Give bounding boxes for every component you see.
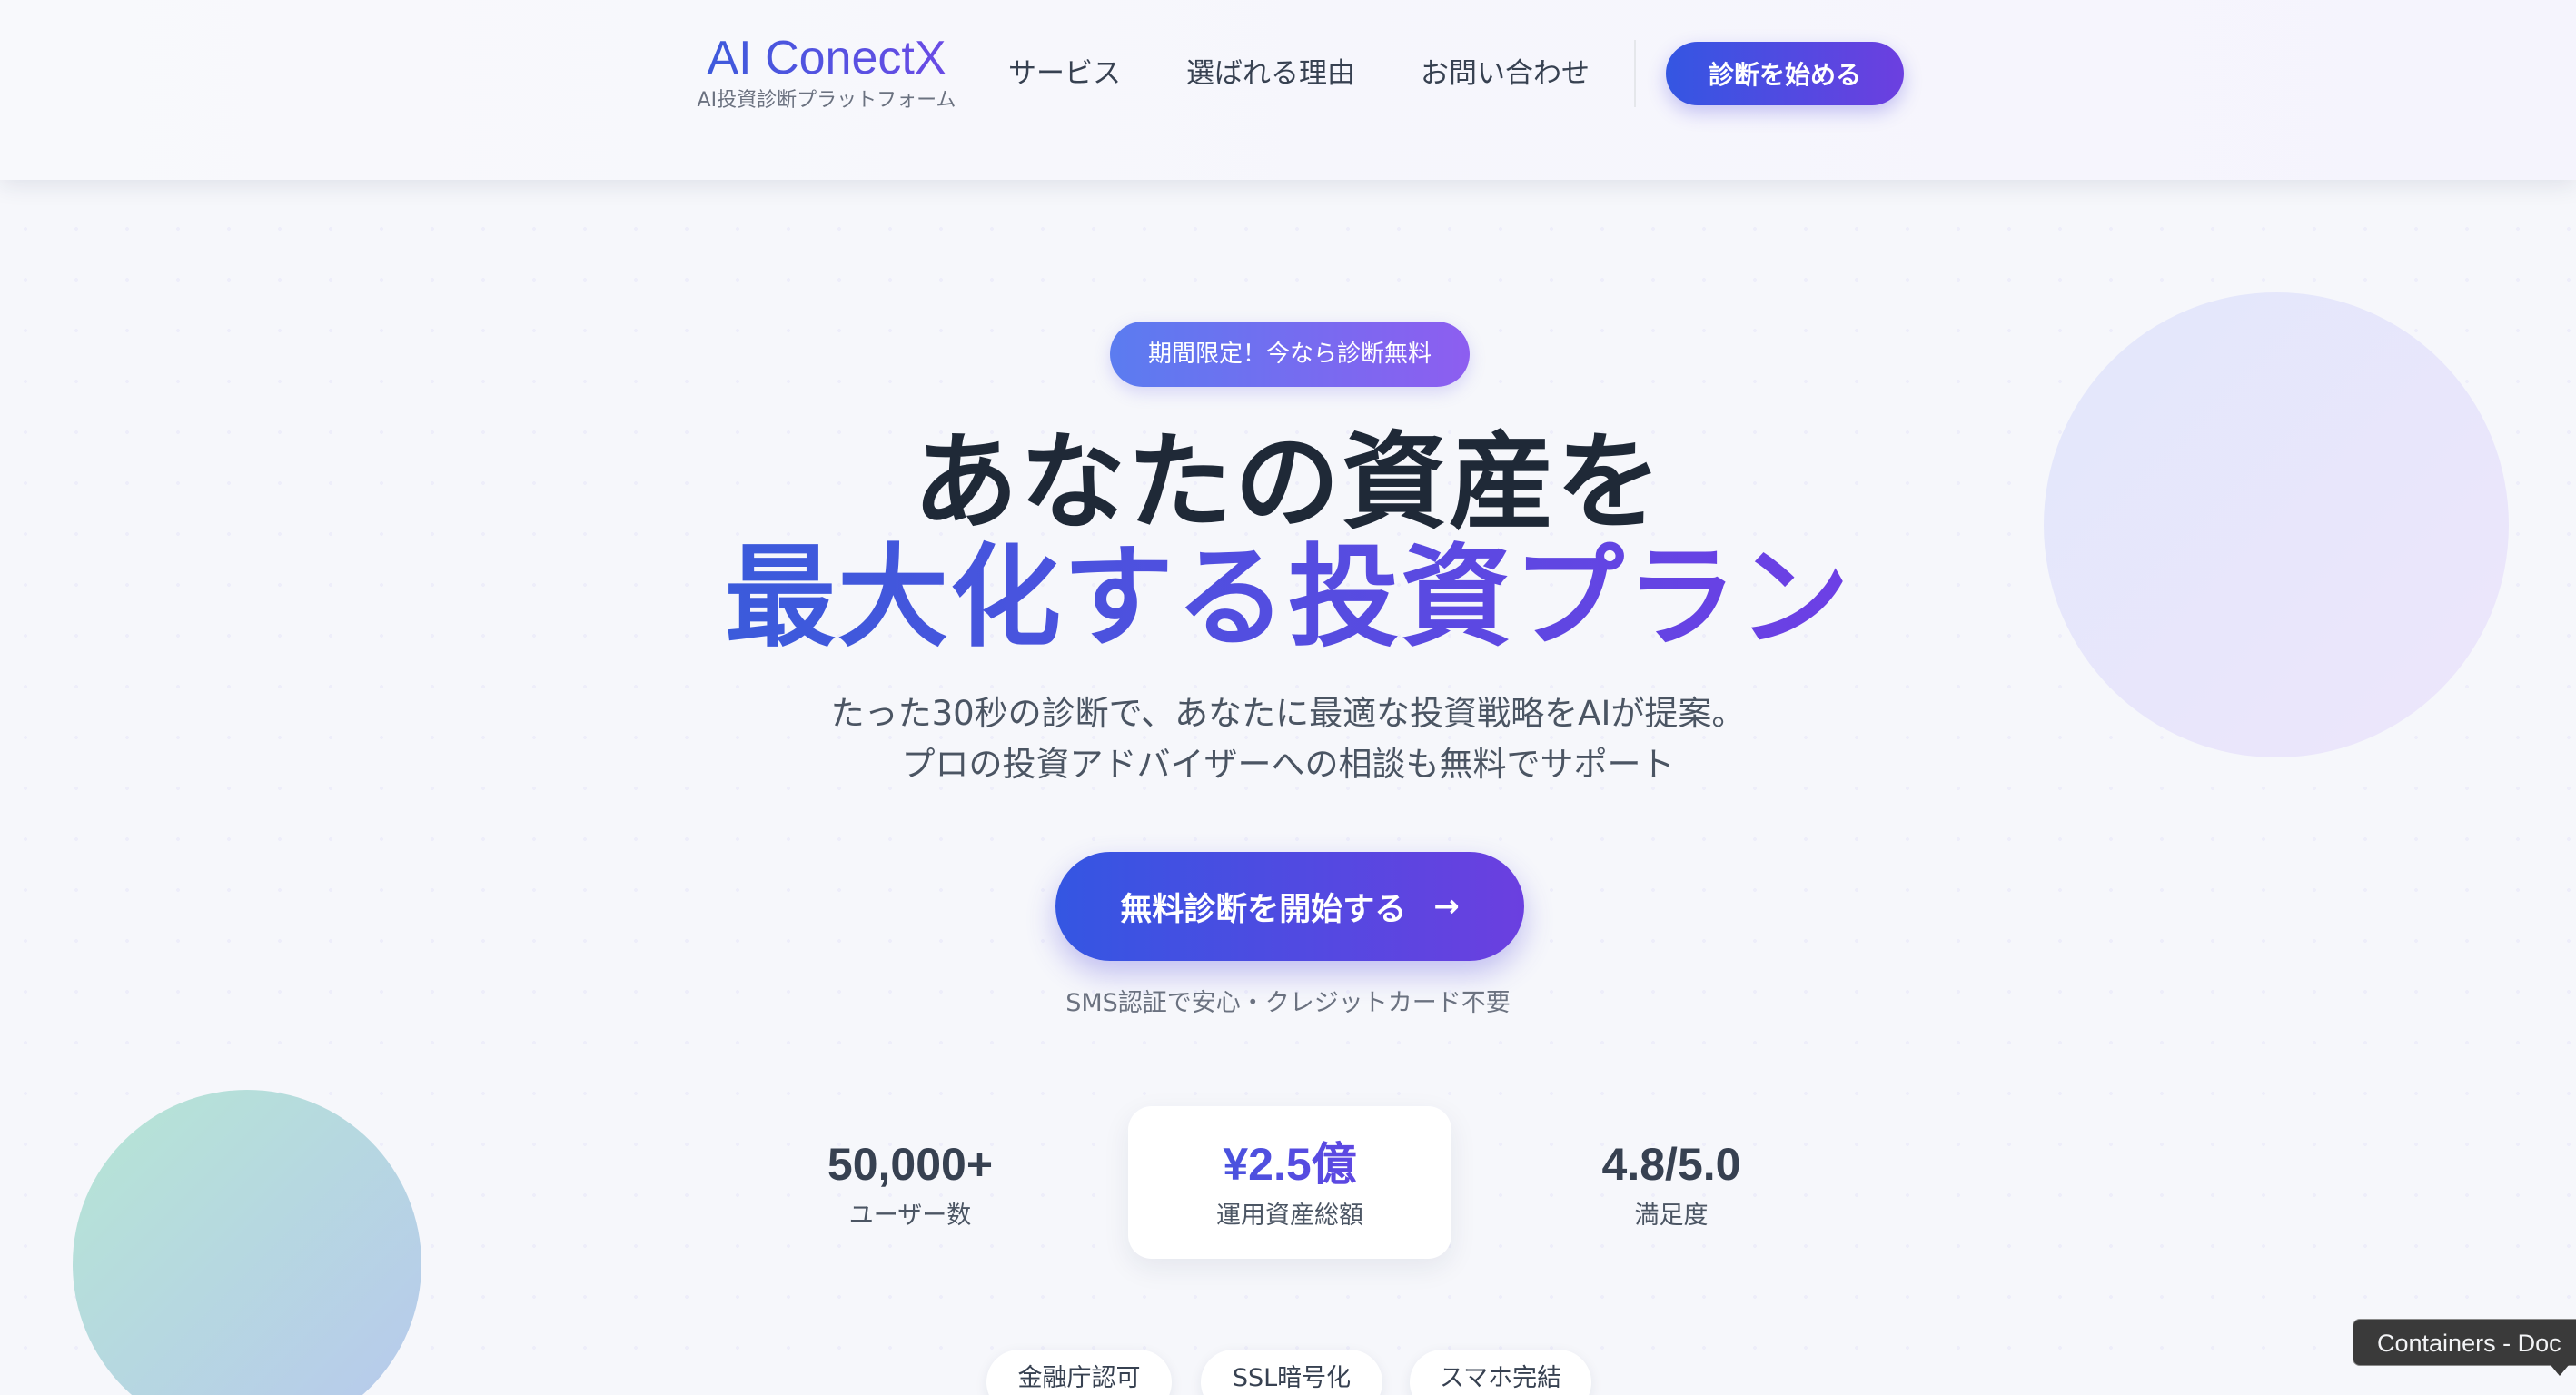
stat-users-label: ユーザー数: [848, 1202, 972, 1230]
hero-description-line-2: プロの投資アドバイザーへの相談も無料でサポート: [901, 745, 1675, 784]
limited-offer-badge: 期間限定！今なら診断無料: [1110, 322, 1470, 387]
cta-note: SMS認証で安心・クレジットカード不要: [1065, 989, 1511, 1017]
nav-divider: [1634, 40, 1636, 107]
brand-logo[interactable]: AI ConectX AI投資診断プラットフォーム: [690, 29, 963, 114]
main-nav: サービス 選ばれる理由 お問い合わせ: [1008, 51, 1655, 96]
dock-tooltip-tail: [2551, 1365, 2569, 1376]
stat-assets: ¥2.5億 運用資産総額: [1128, 1106, 1451, 1259]
start-free-diagnosis-label: 無料診断を開始する: [1120, 891, 1407, 928]
dock-tooltip: Containers - Doc: [2353, 1319, 2576, 1366]
trust-badge-mobile: スマホ完結: [1410, 1350, 1591, 1395]
headline-line-2: 最大化する投資プラン: [0, 534, 2576, 661]
arrow-right-icon: →: [1433, 888, 1460, 925]
nav-link-reasons[interactable]: 選ばれる理由: [1186, 51, 1355, 96]
trust-badge-ssl: SSL暗号化: [1201, 1350, 1382, 1395]
stat-assets-label: 運用資産総額: [1216, 1202, 1363, 1230]
start-diagnosis-button[interactable]: 診断を始める: [1666, 42, 1904, 105]
brand-name: AI ConectX: [690, 29, 963, 87]
nav-link-services[interactable]: サービス: [1008, 51, 1121, 96]
start-free-diagnosis-button[interactable]: 無料診断を開始する →: [1055, 852, 1524, 961]
stat-assets-value: ¥2.5億: [1128, 1137, 1451, 1192]
stat-satisfaction: 4.8/5.0 満足度: [1510, 1106, 1833, 1259]
stat-users: 50,000+ ユーザー数: [748, 1106, 1072, 1259]
stat-users-value: 50,000+: [827, 1139, 994, 1190]
hero-section: 期間限定！今なら診断無料 あなたの資産を 最大化する投資プラン たった30秒の診…: [0, 0, 2576, 1395]
hero-description: たった30秒の診断で、あなたに最適な投資戦略をAIが提案。 プロの投資アドバイザ…: [0, 688, 2576, 790]
site-header: AI ConectX AI投資診断プラットフォーム サービス 選ばれる理由 お問…: [0, 0, 2576, 180]
headline-gradient-text: 最大化する投資プラン: [725, 533, 1851, 662]
nav-link-contact[interactable]: お問い合わせ: [1421, 51, 1590, 96]
trust-badge-fsa: 金融庁認可: [986, 1350, 1172, 1395]
hero-description-line-1: たった30秒の診断で、あなたに最適な投資戦略をAIが提案。: [830, 694, 1746, 733]
stat-satisfaction-label: 満足度: [1634, 1202, 1709, 1230]
headline-line-1: あなたの資産を: [913, 421, 1663, 544]
stat-satisfaction-value: 4.8/5.0: [1601, 1139, 1741, 1190]
brand-tagline: AI投資診断プラットフォーム: [697, 89, 956, 112]
